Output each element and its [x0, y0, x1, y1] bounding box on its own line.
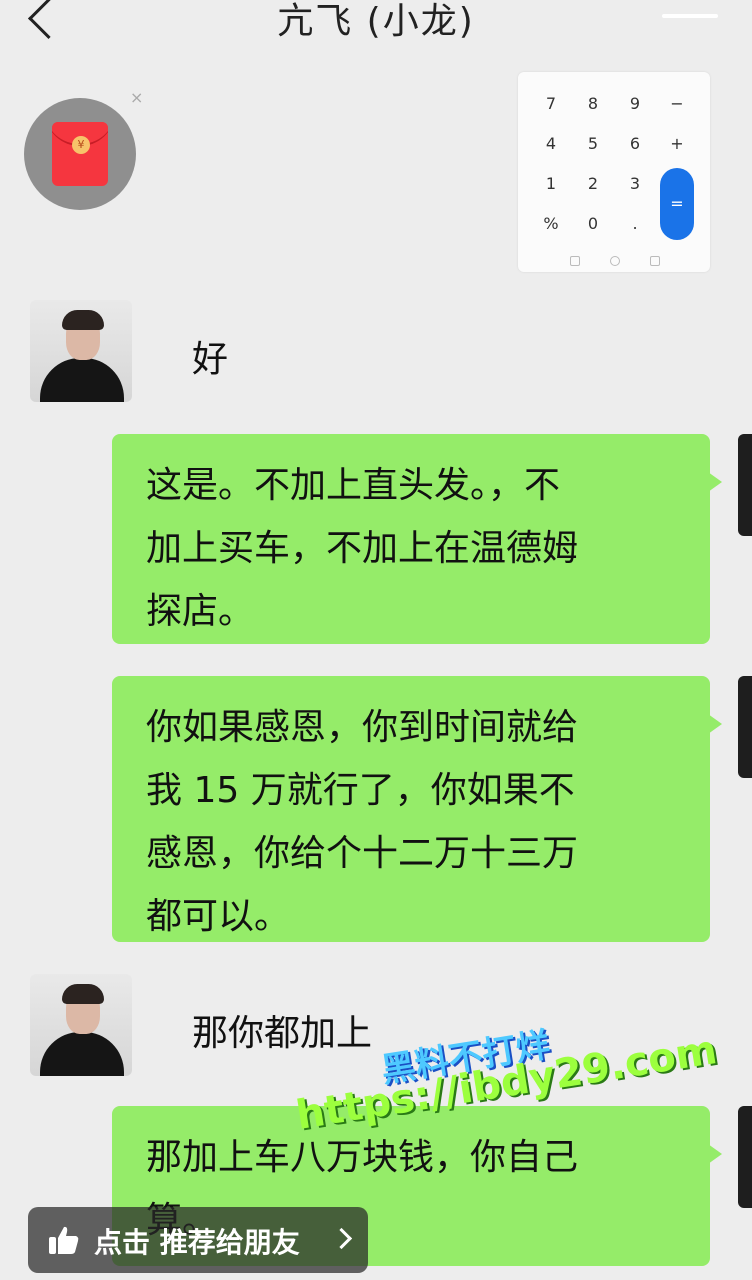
calculator-screenshot[interactable]: 7 8 9 − 4 5 6 + 1 2 3 % 0 . = — [518, 72, 710, 272]
calc-key: 4 — [545, 134, 557, 153]
calc-key: 1 — [545, 174, 557, 193]
own-avatar-edge — [738, 1106, 752, 1208]
nav-recent-icon — [650, 256, 660, 266]
chat-title: 亢飞 (小龙) — [277, 1, 475, 42]
chat-header: 亢飞 (小龙) — [0, 0, 752, 60]
calc-key: . — [632, 214, 638, 233]
message-line: 加上买车，不加上在温德姆 — [146, 528, 579, 569]
calc-key: 2 — [587, 174, 599, 193]
calc-key: % — [543, 214, 559, 233]
calc-key: 5 — [587, 134, 599, 153]
contact-avatar[interactable] — [30, 300, 132, 402]
more-menu-icon[interactable] — [662, 14, 718, 18]
nav-back-icon — [570, 256, 580, 266]
outgoing-message-bubble[interactable]: 你如果感恩，你到时间就给 我 15 万就行了，你如果不 感恩，你给个十二万十三万… — [112, 676, 722, 942]
outgoing-message-bubble[interactable]: 这是。不加上直头发。，不 加上买车，不加上在温德姆 探店。 — [112, 434, 722, 644]
nav-home-icon — [610, 256, 620, 266]
calc-key: 6 — [629, 134, 641, 153]
message-line: 都可以。 — [146, 896, 291, 937]
calc-key: − — [670, 94, 684, 113]
calc-key: 9 — [629, 94, 641, 113]
own-avatar-edge — [738, 676, 752, 778]
message-line: 我 15 万就行了，你如果不 — [146, 770, 575, 811]
own-avatar-edge — [738, 434, 752, 536]
coin-icon: ¥ — [72, 136, 90, 154]
message-line: 感恩，你给个十二万十三万 — [146, 833, 579, 874]
red-packet-icon: ¥ — [52, 122, 108, 186]
contact-avatar[interactable] — [30, 974, 132, 1076]
calc-key: 0 — [587, 214, 599, 233]
calc-key: 8 — [587, 94, 599, 113]
message-line: 探店。 — [146, 591, 255, 632]
chevron-right-icon — [330, 1227, 353, 1250]
red-packet-avatar[interactable]: ¥ — [24, 98, 136, 210]
calc-equals-key: = — [660, 168, 694, 240]
thumbs-up-icon — [49, 1226, 79, 1254]
message-line: 那加上车八万块钱，你自己 — [146, 1137, 579, 1178]
message-line: 你如果感恩，你到时间就给 — [146, 707, 579, 748]
recommend-to-friend-button[interactable]: 点击 推荐给朋友 — [28, 1207, 368, 1273]
calc-key: + — [670, 134, 684, 153]
calc-key: 7 — [545, 94, 557, 113]
calc-key: 3 — [629, 174, 641, 193]
message-line: 这是。不加上直头发。，不 — [146, 465, 561, 506]
incoming-message-text: 好 — [192, 339, 229, 380]
close-icon[interactable]: × — [130, 88, 143, 107]
recommend-label: 点击 推荐给朋友 — [94, 1226, 300, 1259]
incoming-message-text: 那你都加上 — [192, 1013, 373, 1054]
